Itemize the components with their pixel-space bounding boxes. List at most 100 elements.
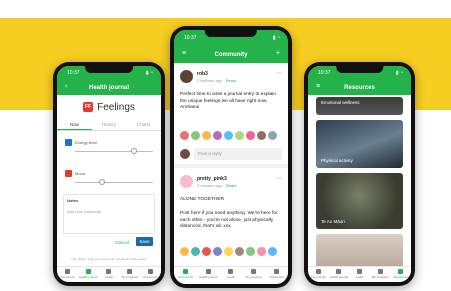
reaction-emoji[interactable]	[191, 247, 200, 256]
reaction-emoji[interactable]	[202, 131, 211, 140]
nav-health-journal[interactable]: Health journal	[329, 267, 350, 282]
reaction-emoji[interactable]	[268, 247, 277, 256]
avatar[interactable]	[180, 70, 193, 83]
phone-feelings: 10:37 ▮ ◔ ‹ Health journal FF Feelings N…	[53, 62, 165, 286]
mood-label: Mood	[75, 171, 86, 176]
plus-icon[interactable]: +	[276, 50, 280, 57]
nav-health-journal[interactable]: Health journal	[197, 267, 220, 284]
menu-icon[interactable]: ≡	[316, 83, 320, 90]
reaction-emoji[interactable]	[224, 131, 233, 140]
energy-label: Energy level	[75, 140, 98, 145]
community-screen: 10:37 ▮ ◔ ≡ Community + rob3 2 minutes a…	[174, 30, 288, 284]
star-icon	[251, 269, 257, 274]
more-icon[interactable]: ⋯	[276, 70, 282, 77]
reaction-emoji[interactable]	[202, 247, 211, 256]
resources-icon	[148, 269, 154, 274]
feelings-tabs: Now History Charts	[57, 119, 161, 131]
nav-health-journal[interactable]: Health journal	[78, 267, 99, 282]
avatar[interactable]	[180, 175, 193, 188]
nav-label: My progress	[121, 275, 139, 279]
post-body: Perfect time to write a journal entry to…	[180, 92, 276, 111]
mood-slider-track[interactable]	[75, 182, 153, 183]
resource-card-physical[interactable]: Physical activity	[316, 120, 403, 168]
energy-slider-track[interactable]	[75, 151, 153, 152]
nav-my-progress[interactable]: My progress	[370, 267, 391, 282]
nav-resources[interactable]: Resources	[390, 267, 411, 282]
tab-now[interactable]: Now	[57, 119, 92, 130]
tab-charts[interactable]: Charts	[126, 119, 161, 130]
resource-card-label: Physical activity	[321, 158, 353, 163]
nav-label: My progress	[371, 275, 389, 279]
more-icon[interactable]: ⋯	[276, 175, 282, 182]
nav-goals[interactable]: Goals	[99, 267, 120, 282]
app-bar-title: Health journal	[88, 84, 129, 91]
phone-notch	[85, 66, 133, 73]
resources-icon	[274, 269, 280, 274]
feelings-header: FF Feelings	[57, 95, 161, 119]
reaction-emoji[interactable]	[191, 131, 200, 140]
reaction-row	[180, 131, 282, 140]
reaction-emoji[interactable]	[180, 247, 189, 256]
phone-resources: 10:37 ▮ ◔ ≡ Resources Emotional wellness…	[304, 62, 415, 286]
status-icons: ▮ ◔	[395, 70, 403, 76]
save-button[interactable]: Save	[136, 237, 153, 246]
community-icon	[315, 269, 321, 274]
reaction-emoji[interactable]	[246, 131, 255, 140]
phone-notch	[204, 30, 258, 37]
notes-label: Notes	[67, 198, 79, 203]
energy-slider-row: Energy level	[63, 139, 155, 159]
post-time: 2 minutes ago	[197, 78, 223, 83]
status-time: 10:37	[67, 70, 80, 76]
back-arrow-icon[interactable]: ‹	[65, 83, 67, 90]
menu-icon[interactable]: ≡	[182, 50, 186, 57]
reply-input[interactable]: Post a reply	[194, 148, 282, 160]
reaction-emoji[interactable]	[246, 247, 255, 256]
star-icon	[377, 269, 383, 274]
journal-icon	[205, 269, 211, 274]
reaction-emoji[interactable]	[235, 131, 244, 140]
notes-field[interactable]: Notes Add note (optional)	[63, 194, 155, 234]
nav-community[interactable]: Community	[57, 267, 78, 282]
bottom-nav: Community Health journal Goals My progre…	[57, 266, 161, 282]
nav-goals[interactable]: Goals	[349, 267, 370, 282]
react-link[interactable]: React	[226, 78, 236, 83]
resource-card-te-ao-maori[interactable]: Te Ao Māori	[316, 173, 403, 229]
tab-history[interactable]: History	[92, 119, 127, 130]
resource-card-emotional[interactable]: Emotional wellness	[316, 97, 403, 115]
reaction-emoji[interactable]	[213, 247, 222, 256]
reaction-emoji[interactable]	[268, 131, 277, 140]
nav-community[interactable]: Community	[308, 267, 329, 282]
feelings-logo: FF	[83, 102, 94, 112]
reaction-emoji[interactable]	[235, 247, 244, 256]
nav-label: Resources	[393, 275, 408, 279]
post-username[interactable]: pretty_pink3	[197, 176, 227, 182]
nav-resources[interactable]: Resources	[140, 267, 161, 282]
reaction-emoji[interactable]	[180, 131, 189, 140]
bottom-nav: Community Health journal Goals My progre…	[308, 266, 411, 282]
nav-my-progress[interactable]: My progress	[119, 267, 140, 282]
reaction-emoji[interactable]	[257, 131, 266, 140]
energy-slider-knob[interactable]	[131, 148, 137, 154]
resource-card-extra[interactable]	[316, 234, 403, 268]
mood-slider-knob[interactable]	[99, 179, 105, 185]
reaction-emoji[interactable]	[224, 247, 233, 256]
nav-label: Health journal	[329, 275, 349, 279]
nav-goals[interactable]: Goals	[220, 267, 243, 284]
nav-my-progress[interactable]: My progress	[242, 267, 265, 284]
post-username[interactable]: rob3	[197, 71, 208, 77]
reaction-emoji[interactable]	[213, 131, 222, 140]
post-meta: 2 minutes ago · React	[197, 78, 237, 83]
nav-label: My progress	[245, 275, 263, 279]
nav-community[interactable]: Community	[174, 267, 197, 284]
reaction-emoji[interactable]	[257, 247, 266, 256]
phone-community: 10:37 ▮ ◔ ≡ Community + rob3 2 minutes a…	[170, 26, 292, 288]
nav-label: Resources	[269, 275, 284, 279]
react-link[interactable]: React	[226, 183, 236, 188]
nav-resources[interactable]: Resources	[265, 267, 288, 284]
goals-icon	[106, 269, 112, 274]
nav-label: Goals	[105, 275, 113, 279]
app-bar-title: Community	[214, 52, 248, 58]
post-body: Post here if you need anything. We're he…	[180, 211, 278, 230]
cancel-button[interactable]: Cancel	[115, 240, 129, 245]
journal-icon	[336, 269, 342, 274]
